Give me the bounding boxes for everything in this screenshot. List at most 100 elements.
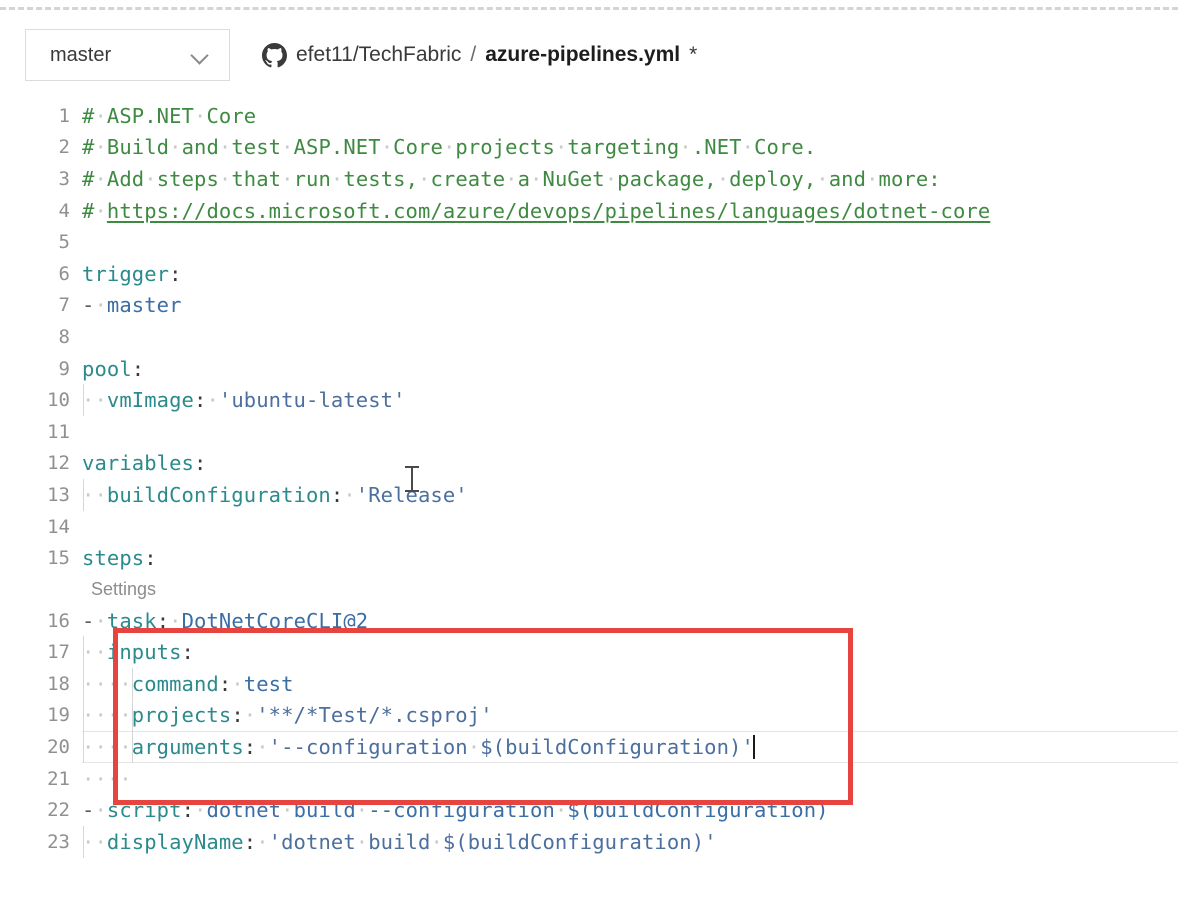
code-line[interactable]: 8 [0,321,1178,353]
code-line[interactable]: 14 [0,511,1178,543]
token-ws: · [206,388,219,413]
line-number: 23 [47,830,70,853]
token-ws: · [94,103,107,128]
codelens-row: Settings [0,574,1178,605]
token-ws: ·· [82,388,107,413]
code-line[interactable]: 4 #·https://docs.microsoft.com/azure/devo… [0,195,1178,227]
token-comment: # [82,135,95,160]
token-dash: - [82,608,95,633]
token-ws: · [554,798,568,823]
token-comment: that [231,166,282,191]
code-line-content: ··buildConfiguration:·'Release' [82,478,1178,511]
token-key: projects [131,703,232,728]
code-line[interactable]: 15 steps: [0,542,1178,574]
token-ws: · [94,798,107,823]
token-comment: run [293,166,331,191]
token-ws: ·· [82,829,107,854]
breadcrumb-filename[interactable]: azure-pipelines.yml [485,43,680,67]
code-line[interactable]: 7 -·master [0,290,1178,322]
code-line-content: #·https://docs.microsoft.com/azure/devop… [82,199,1178,223]
line-number: 16 [47,609,70,632]
token-comment: Core [393,135,443,160]
code-line[interactable]: 16 -·task:·DotNetCoreCLI@2 [0,605,1178,637]
code-line[interactable]: 12 variables: [0,448,1178,480]
token-comment: # [82,103,95,128]
token-key: pool [82,356,132,381]
token-ws: ·· [82,671,107,696]
code-line[interactable]: 23 ··displayName:·'dotnet·build·$(buildCo… [0,825,1178,858]
token-ws: · [816,166,829,191]
code-line[interactable]: 17 ··inputs: [0,636,1178,669]
token-key: trigger [82,261,170,286]
code-line[interactable]: 19 ····projects:·'**/*Test/*.csproj' [0,699,1178,732]
code-line[interactable]: 3 #·Add·steps·that·run·tests,·create·a·Nu… [0,163,1178,195]
breadcrumb-repo[interactable]: efet11/TechFabric [296,43,461,67]
token-dash: - [82,293,95,318]
code-line-content: ··vmImage:·'ubuntu-latest' [82,384,1178,417]
token-ws: ·· [82,735,107,760]
token-comment: and [828,166,867,191]
token-ws: ·· [106,671,132,696]
code-line-content: #·ASP.NET·Core [82,104,1178,128]
indent-guide [132,699,133,732]
github-icon [262,42,287,67]
code-line-content: ··displayName:·'dotnet·build·$(buildConf… [82,825,1178,858]
token-plain: dotnet [206,798,282,823]
code-line[interactable]: 10 ··vmImage:·'ubuntu-latest' [0,384,1178,417]
indent-guide [132,731,133,764]
token-ws: · [169,135,182,160]
code-line[interactable]: 18 ····command:·test [0,667,1178,700]
branch-selector-dropdown[interactable]: master [25,29,230,81]
token-comment: ASP.NET [293,135,381,160]
token-comment: steps [156,166,219,191]
code-line[interactable]: 5 [0,226,1178,258]
line-number: 13 [47,483,70,506]
chevron-down-icon [191,49,211,61]
token-ws: · [218,166,232,191]
token-string: 'Release' [355,482,468,507]
codelens-settings-link[interactable]: Settings [82,579,156,600]
token-ws: · [355,798,369,823]
code-line-content: trigger: [82,262,1178,286]
code-line[interactable]: 6 trigger: [0,258,1178,290]
token-ws: · [281,135,294,160]
code-line[interactable]: 20 ····arguments:·'--configuration·$(buil… [0,731,1178,764]
code-line-content: #·Build·and·test·ASP.NET·Core·projects·t… [82,135,1178,159]
token-string: 'ubuntu-latest' [218,388,406,413]
token-ws: · [343,482,356,507]
token-ws: · [418,166,431,191]
token-ws: · [231,671,244,696]
token-string: $(buildConfiguration)' [480,735,754,760]
code-line[interactable]: 22 -·script:·dotnet·build·--configuration… [0,794,1178,826]
code-line[interactable]: 2 #·Build·and·test·ASP.NET·Core·projects·… [0,132,1178,164]
editor-header-bar: master efet11/TechFabric / azure-pipelin… [0,26,1178,84]
token-comment: Add [106,166,145,191]
token-punct: : [181,640,194,665]
code-editor[interactable]: 1 #·ASP.NET·Core 2 #·Build·and·test·ASP.NET… [0,100,1178,898]
token-punct: : [181,798,195,823]
indent-guide [83,636,84,669]
token-punct: : [231,703,244,728]
token-comment: Core. [754,135,817,160]
token-comment: more: [878,166,941,191]
token-ws: · [281,166,294,191]
token-ws: · [194,798,207,823]
token-ws: · [530,166,543,191]
code-line[interactable]: 13 ··buildConfiguration:·'Release' [0,478,1178,511]
token-plain: test [243,671,294,696]
token-comment-link[interactable]: https://docs.microsoft.com/azure/devops/… [107,199,990,223]
code-line[interactable]: 21 ···· [0,763,1178,795]
token-key: arguments [131,735,244,760]
token-ws: · [169,608,182,633]
code-line[interactable]: 11 [0,416,1178,448]
line-number: 17 [47,641,70,664]
token-comment: .NET [691,135,742,160]
code-line[interactable]: 9 pool: [0,353,1178,385]
line-number: 11 [47,420,70,443]
line-number: 2 [58,136,70,159]
token-key: task [106,608,157,633]
token-ws: ···· [82,766,132,791]
token-punct: : [144,546,157,571]
code-line[interactable]: 1 #·ASP.NET·Core [0,100,1178,132]
token-string: '--configuration [268,735,468,760]
